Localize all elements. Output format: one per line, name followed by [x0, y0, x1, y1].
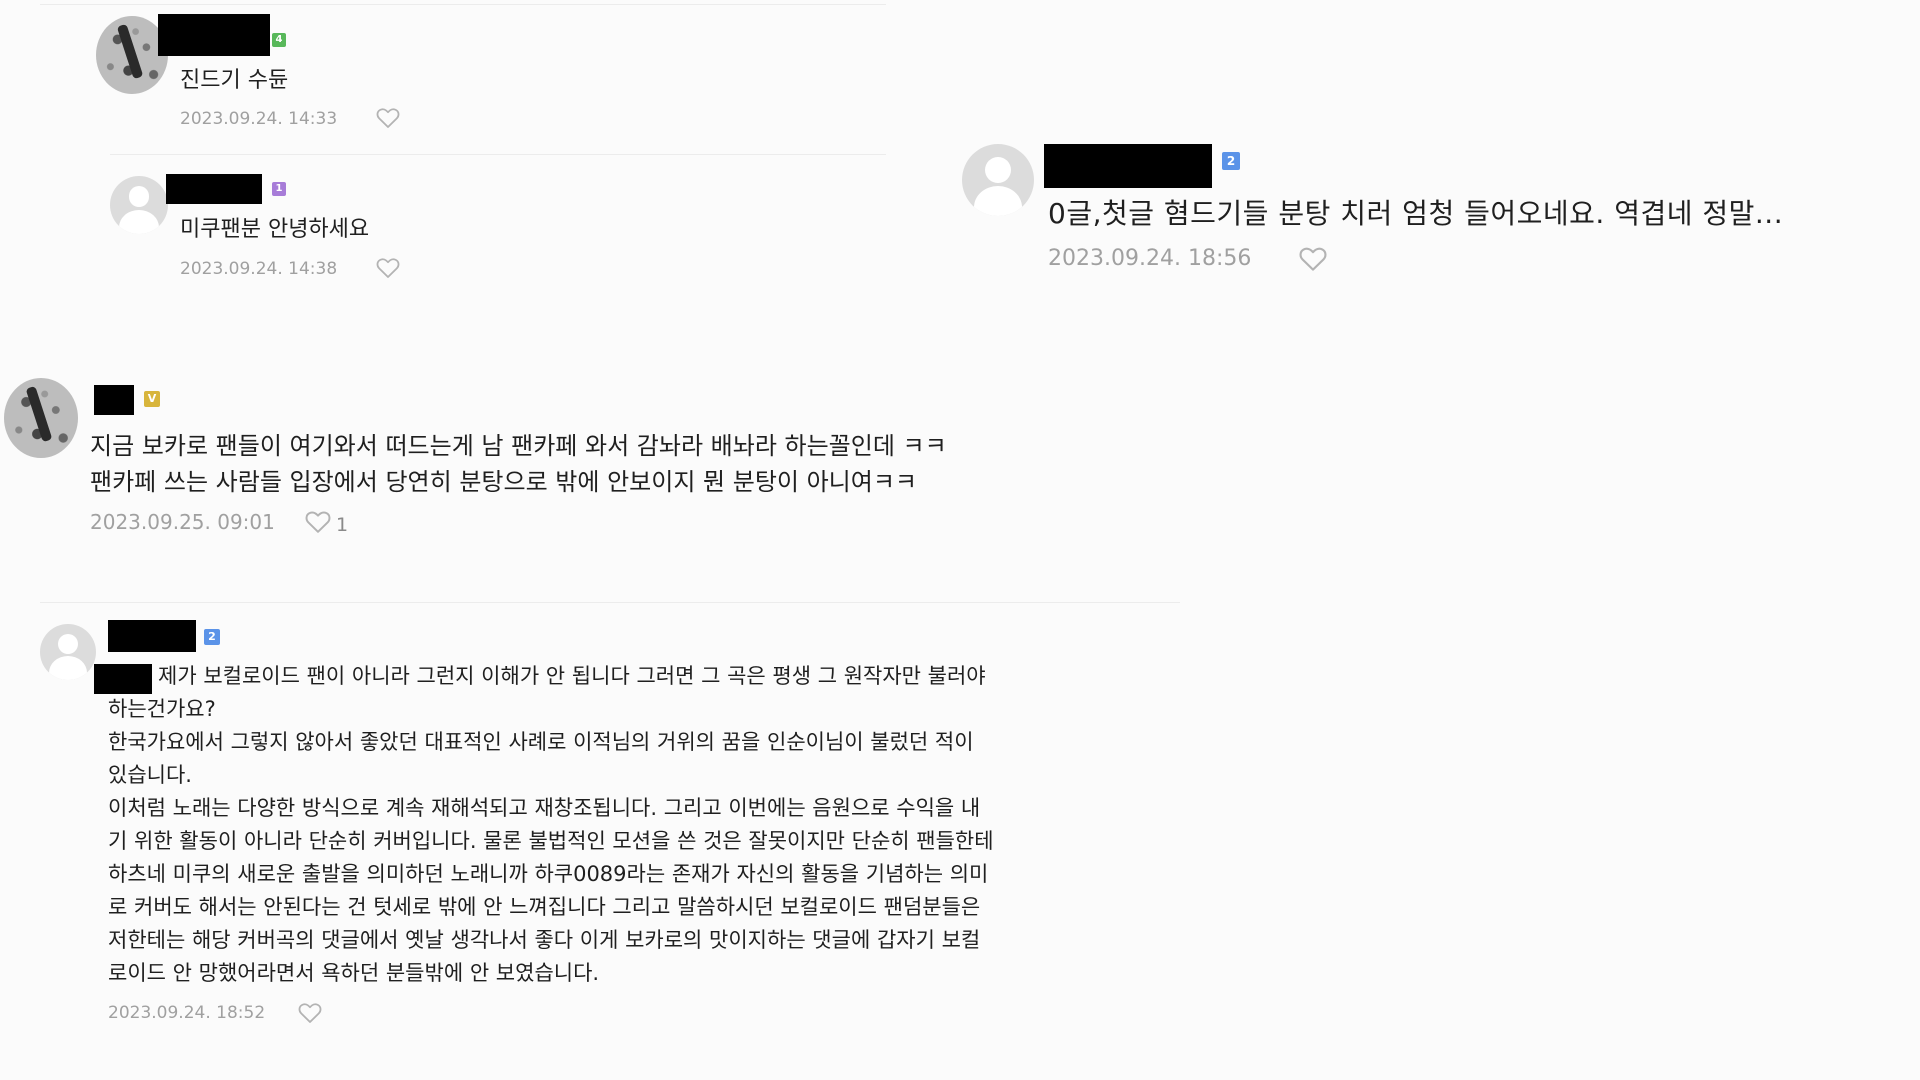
- level-badge: 2: [1222, 152, 1240, 170]
- comment-list: 4 진드기 수듄 2023.09.24. 14:33 1 미쿠팬분 안녕하세요 …: [0, 0, 1920, 1080]
- user-avatar[interactable]: [962, 144, 1034, 216]
- comment-item: 2 0글,첫글 혐드기들 분탕 치러 엄청 들어오네요. 역겹네 정말... 2…: [950, 130, 1910, 290]
- user-avatar[interactable]: [110, 176, 168, 234]
- comment-text: 하는건가요?: [108, 697, 216, 721]
- level-badge: 1: [272, 182, 286, 196]
- comment-item: 2 제가 보컬로이드 팬이 아니라 그런지 이해가 안 됩니다 그러면 그 곡은…: [0, 610, 1200, 1050]
- heart-outline-icon[interactable]: [376, 257, 400, 279]
- comment-text: 진드기 수듄: [180, 68, 289, 93]
- comment-date: 2023.09.24. 14:38: [180, 259, 338, 279]
- user-avatar[interactable]: [40, 624, 96, 680]
- comment-text: 로이드 안 망했어라면서 욕하던 분들밖에 안 보였습니다.: [108, 961, 600, 985]
- comment-item: 4 진드기 수듄 2023.09.24. 14:33: [0, 0, 900, 140]
- comment-text: 이처럼 노래는 다양한 방식으로 계속 재해석되고 재창조됩니다. 그리고 이번…: [108, 796, 981, 820]
- comment-text: 팬카페 쓰는 사람들 입장에서 당연히 분탕으로 밖에 안보이지 뭔 분탕이 아…: [90, 468, 918, 496]
- comment-date: 2023.09.25. 09:01: [90, 510, 275, 534]
- heart-outline-icon[interactable]: [304, 510, 332, 534]
- redacted-nickname: [158, 14, 270, 56]
- like-count: 1: [336, 514, 349, 536]
- user-avatar[interactable]: [4, 378, 78, 458]
- redacted-nickname: [166, 174, 262, 204]
- comment-date: 2023.09.24. 18:52: [108, 1003, 266, 1023]
- level-badge: 4: [272, 33, 286, 47]
- heart-outline-icon[interactable]: [376, 107, 400, 129]
- comment-item: V 지금 보카로 팬들이 여기와서 떠드는게 남 팬카페 와서 감놔라 배놔라 …: [0, 370, 1200, 550]
- heart-outline-icon[interactable]: [1298, 246, 1328, 272]
- comment-text: 한국가요에서 그렇지 않아서 좋았던 대표적인 사례로 이적님의 거위의 꿈을 …: [108, 730, 974, 754]
- comment-text: 미쿠팬분 안녕하세요: [180, 217, 370, 242]
- level-badge: V: [144, 391, 160, 407]
- comment-text: 있습니다.: [108, 763, 192, 787]
- comment-text: 제가 보컬로이드 팬이 아니라 그런지 이해가 안 됩니다 그러면 그 곡은 평…: [158, 664, 986, 688]
- comment-text: 저한테는 해당 커버곡의 댓글에서 옛날 생각나서 좋다 이게 보카로의 맛이지…: [108, 928, 981, 952]
- comment-text: 로 커버도 해서는 안된다는 건 텃세로 밖에 안 느껴집니다 그리고 말씀하시…: [108, 895, 981, 919]
- comment-date: 2023.09.24. 14:33: [180, 109, 338, 129]
- comment-text: 지금 보카로 팬들이 여기와서 떠드는게 남 팬카페 와서 감놔라 배놔라 하는…: [90, 432, 947, 460]
- comment-text: 기 위한 활동이 아니라 단순히 커버입니다. 물론 불법적인 모션을 쓴 것은…: [108, 829, 994, 853]
- redacted-nickname: [108, 620, 196, 652]
- redacted-mention: [94, 664, 152, 694]
- comment-date: 2023.09.24. 18:56: [1048, 246, 1252, 271]
- redacted-nickname: [1044, 144, 1212, 188]
- comment-item: 1 미쿠팬분 안녕하세요 2023.09.24. 14:38: [0, 160, 900, 300]
- heart-outline-icon[interactable]: [298, 1002, 322, 1024]
- level-badge: 2: [204, 629, 220, 645]
- redacted-nickname: [94, 385, 134, 415]
- divider: [40, 602, 1180, 603]
- comment-text: 0글,첫글 혐드기들 분탕 치러 엄청 들어오네요. 역겹네 정말...: [1048, 197, 1784, 230]
- comment-text: 하츠네 미쿠의 새로운 출발을 의미하던 노래니까 하쿠0089라는 존재가 자…: [108, 862, 989, 886]
- divider: [110, 154, 886, 155]
